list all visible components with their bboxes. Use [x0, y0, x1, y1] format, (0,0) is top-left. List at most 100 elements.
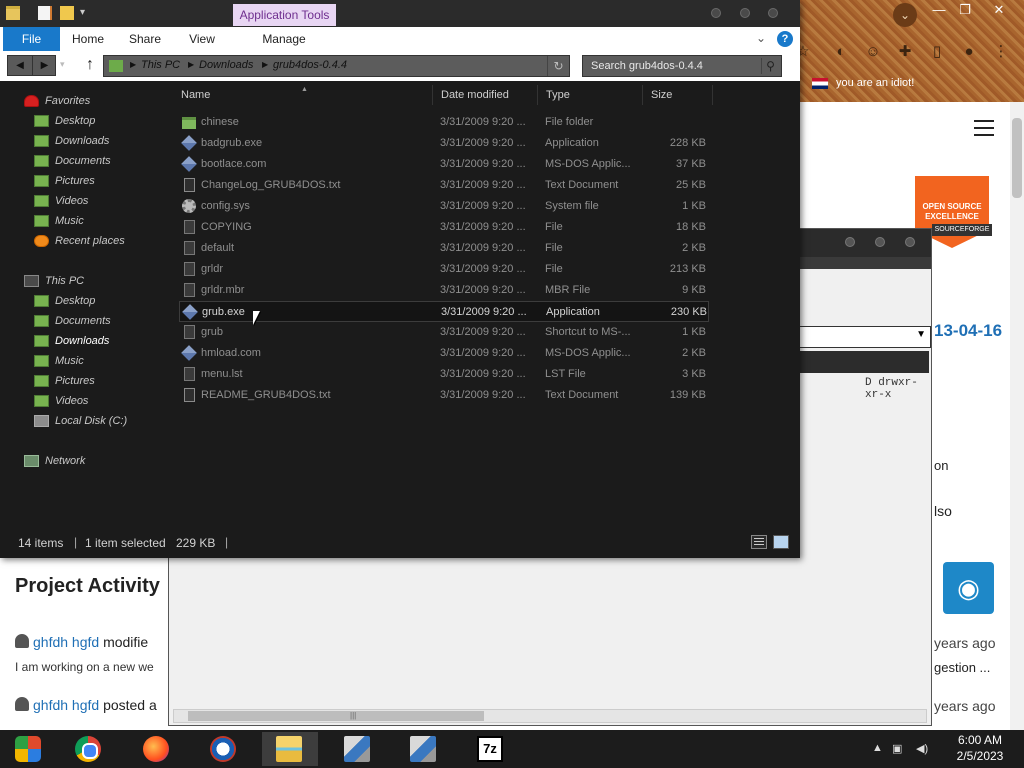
profile-icon[interactable]: ● [958, 41, 980, 63]
scrollbar-thumb[interactable]: ||| [188, 711, 484, 721]
minimize-button[interactable] [845, 237, 855, 247]
browser-close-button[interactable]: ✕ [988, 2, 1010, 18]
nav-pc-local-disk[interactable]: Local Disk (C:) [34, 411, 127, 431]
profile-menu-icon[interactable]: ⌄ [893, 3, 917, 27]
nav-pc-videos[interactable]: Videos [34, 391, 88, 411]
nav-pc-pictures[interactable]: Pictures [34, 371, 95, 391]
browser-menu-icon[interactable]: ⋮ [990, 41, 1012, 63]
file-row[interactable]: menu.lst 3/31/2009 9:20 ... LST File 3 KB [179, 364, 709, 385]
new-folder-icon[interactable] [60, 6, 74, 20]
taskbar-installer-1[interactable] [333, 732, 379, 766]
hamburger-menu-icon[interactable] [974, 120, 994, 136]
large-icons-view-icon[interactable] [773, 535, 789, 549]
nav-fav-desktop[interactable]: Desktop [34, 111, 95, 131]
side-panel-icon[interactable]: ▯ [926, 41, 948, 63]
file-row[interactable]: badgrub.exe 3/31/2009 9:20 ... Application… [179, 133, 709, 154]
recent-locations-icon[interactable]: ▾ [60, 59, 65, 70]
nav-network[interactable]: Network [24, 451, 86, 471]
close-button[interactable] [768, 8, 778, 18]
nav-fav-downloads[interactable]: Downloads [34, 131, 109, 151]
close-button[interactable] [905, 237, 915, 247]
file-row[interactable]: grub 3/31/2009 9:20 ... Shortcut to MS-...… [179, 322, 709, 343]
clock-time[interactable]: 6:00 AM [950, 733, 1010, 747]
forward-button[interactable]: ▶ [32, 56, 56, 75]
minimize-button[interactable] [711, 8, 721, 18]
breadcrumb-current-folder[interactable]: grub4dos-0.4.4 [273, 59, 347, 71]
customize-toolbar-icon[interactable]: ▾ [80, 7, 94, 21]
nav-pc-downloads[interactable]: Downloads [34, 331, 109, 351]
file-row[interactable]: config.sys 3/31/2009 9:20 ... System file 1… [179, 196, 709, 217]
activity-user-link[interactable]: ghfdh hgfd [33, 634, 99, 650]
bookmark-link[interactable]: you are an idiot! [836, 77, 914, 89]
browser-restore-button[interactable]: ❐ [954, 2, 976, 18]
nav-label: Network [45, 455, 86, 467]
file-row[interactable]: hmload.com 3/31/2009 9:20 ... MS-DOS Appli… [179, 343, 709, 364]
taskbar-chrome[interactable] [64, 732, 110, 766]
activity-user-link[interactable]: ghfdh hgfd [33, 697, 99, 713]
nav-favorites[interactable]: Favorites [24, 91, 90, 111]
page-scrollbar-thumb[interactable] [1012, 118, 1022, 198]
back-button[interactable]: ◀ [8, 56, 32, 75]
nav-this-pc[interactable]: This PC [24, 271, 84, 291]
file-row[interactable]: grldr.mbr 3/31/2009 9:20 ... MBR File 9 KB [179, 280, 709, 301]
address-bar[interactable]: ▶ This PC ▶ Downloads ▶ grub4dos-0.4.4 ↻ [103, 55, 570, 77]
tab-file[interactable]: File [3, 27, 60, 51]
nav-pc-music[interactable]: Music [34, 351, 84, 371]
maximize-button[interactable] [875, 237, 885, 247]
file-row[interactable]: README_GRUB4DOS.txt 3/31/2009 9:20 ... Tex… [179, 385, 709, 406]
column-header-date[interactable]: Date modified [433, 85, 538, 105]
up-arrow-icon[interactable]: ↑ [81, 55, 99, 75]
extension-flag-icon[interactable]: ◐ [830, 41, 852, 63]
nav-fav-documents[interactable]: Documents [34, 151, 111, 171]
extension-avatar-icon[interactable]: ☺ [862, 41, 884, 63]
navigation-pane: Favorites Desktop Downloads Documents Pi… [0, 81, 172, 528]
browser-minimize-button[interactable]: — [928, 2, 950, 18]
rss-feed-icon[interactable]: ◉ [943, 562, 994, 614]
breadcrumb-this-pc[interactable]: This PC [141, 59, 180, 71]
network-status-icon[interactable]: ▣ [892, 742, 902, 755]
taskbar-firefox[interactable] [132, 732, 178, 766]
file-row[interactable]: chinese 3/31/2009 9:20 ... File folder [179, 112, 709, 133]
details-view-icon[interactable] [751, 535, 767, 549]
nav-fav-recent-places[interactable]: Recent places [34, 231, 125, 251]
file-row[interactable]: ChangeLog_GRUB4DOS.txt 3/31/2009 9:20 ...… [179, 175, 709, 196]
file-row[interactable]: bootlace.com 3/31/2009 9:20 ... MS-DOS App… [179, 154, 709, 175]
folder-icon[interactable] [6, 6, 20, 20]
tab-view[interactable]: View [180, 27, 224, 51]
column-header-type[interactable]: Type [538, 85, 643, 105]
breadcrumb-downloads[interactable]: Downloads [199, 59, 253, 71]
search-icon[interactable]: ⚲ [761, 58, 779, 74]
column-header-size[interactable]: Size [643, 85, 713, 105]
taskbar-internet-explorer[interactable] [199, 732, 245, 766]
nav-fav-pictures[interactable]: Pictures [34, 171, 95, 191]
taskbar-installer-2[interactable] [399, 732, 445, 766]
search-input[interactable] [583, 56, 757, 76]
column-header-name[interactable]: Name ▲ [173, 85, 433, 105]
maximize-button[interactable] [740, 8, 750, 18]
tab-manage[interactable]: Manage [250, 27, 318, 51]
taskbar-file-explorer[interactable] [262, 732, 318, 766]
nav-fav-music[interactable]: Music [34, 211, 84, 231]
horizontal-scrollbar[interactable]: ||| [173, 709, 927, 723]
file-row[interactable]: grldr 3/31/2009 9:20 ... File 213 KB [179, 259, 709, 280]
extensions-puzzle-icon[interactable]: ✚ [894, 41, 916, 63]
file-row[interactable]: COPYING 3/31/2009 9:20 ... File 18 KB [179, 217, 709, 238]
path-dropdown[interactable]: ▼ [799, 326, 931, 348]
start-button[interactable] [4, 732, 50, 766]
volume-icon[interactable]: ◀) [916, 742, 928, 755]
taskbar-7zip[interactable]: 7z [466, 732, 512, 766]
7zip-icon: 7z [477, 736, 503, 762]
nav-fav-videos[interactable]: Videos [34, 191, 88, 211]
tab-home[interactable]: Home [66, 27, 110, 51]
file-type: MS-DOS Applic... [545, 158, 631, 170]
show-hidden-icons-icon[interactable]: ▲ [872, 742, 883, 754]
tab-share[interactable]: Share [122, 27, 168, 51]
nav-pc-desktop[interactable]: Desktop [34, 291, 95, 311]
nav-pc-documents[interactable]: Documents [34, 311, 111, 331]
help-icon[interactable]: ? [777, 31, 793, 47]
expand-ribbon-icon[interactable]: ⌄ [756, 31, 766, 45]
clock-date[interactable]: 2/5/2023 [950, 749, 1010, 763]
properties-icon[interactable] [38, 6, 52, 20]
refresh-icon[interactable]: ↻ [547, 56, 569, 76]
file-row[interactable]: default 3/31/2009 9:20 ... File 2 KB [179, 238, 709, 259]
